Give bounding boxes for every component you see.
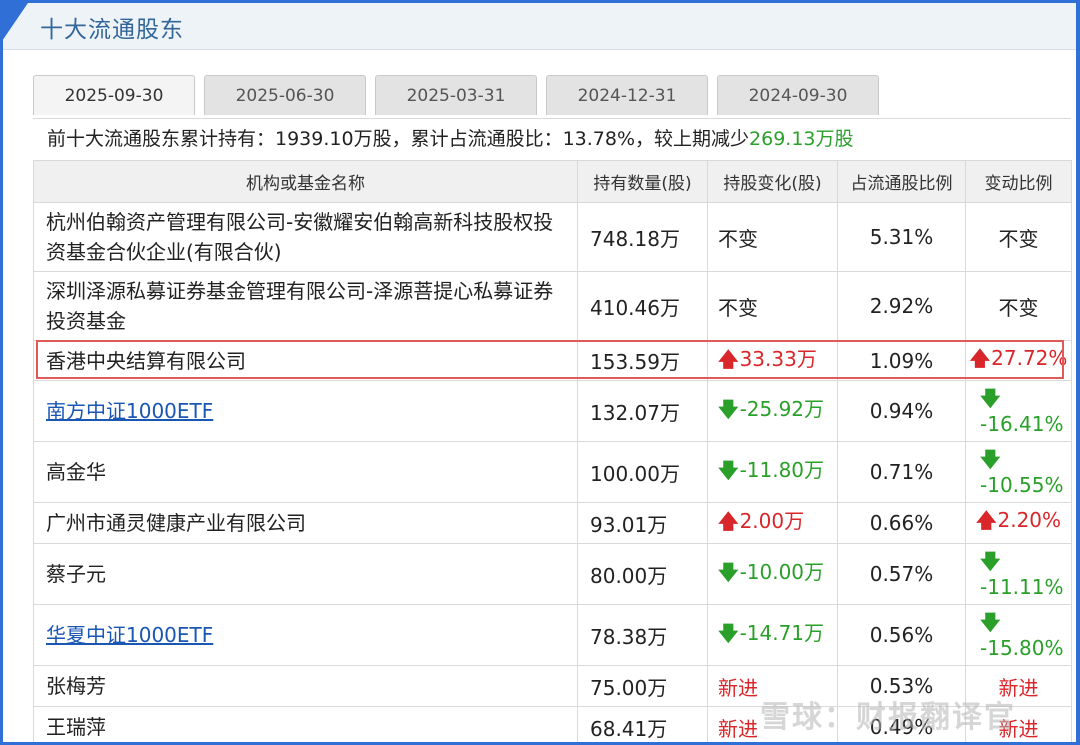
- window-frame: [0, 0, 1080, 745]
